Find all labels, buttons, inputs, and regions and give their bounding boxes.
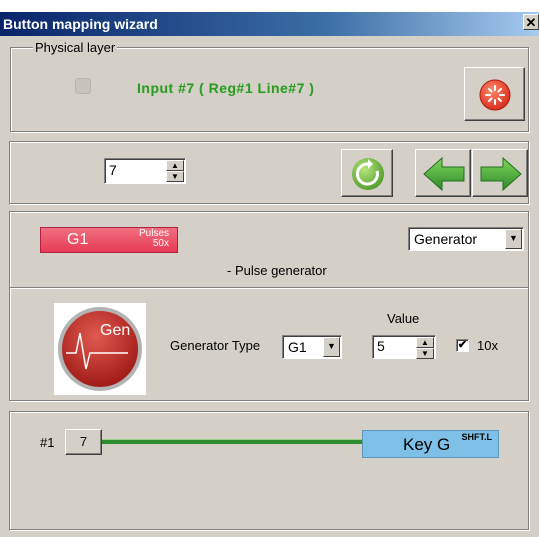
generator-badge-name: G1 bbox=[67, 231, 89, 248]
refresh-icon bbox=[352, 158, 384, 190]
mapping-index: #1 bbox=[40, 435, 55, 450]
chevron-down-icon[interactable]: ▼ bbox=[505, 229, 522, 249]
mapping-connection-line bbox=[102, 439, 362, 444]
generator-type-select[interactable]: G1 ▼ bbox=[282, 335, 342, 359]
window-title: Button mapping wizard bbox=[3, 16, 158, 32]
input-number-spinner[interactable]: 7 ▲ ▼ bbox=[104, 158, 186, 184]
value-up-button[interactable]: ▲ bbox=[416, 337, 434, 348]
back-button[interactable] bbox=[415, 149, 471, 197]
spinner-down-button[interactable]: ▼ bbox=[166, 171, 184, 182]
generator-icon-graphic bbox=[58, 307, 142, 391]
arrow-left-icon bbox=[423, 156, 465, 192]
arrow-right-icon bbox=[480, 156, 522, 192]
mapping-input-button[interactable]: 7 bbox=[65, 429, 102, 455]
input-led-indicator bbox=[75, 78, 91, 94]
spinner-up-button[interactable]: ▲ bbox=[166, 160, 184, 171]
forward-button[interactable] bbox=[472, 149, 528, 197]
input-label: Input #7 ( Reg#1 Line#7 ) bbox=[137, 80, 315, 96]
generator-type-label: Generator Type bbox=[170, 338, 261, 353]
record-icon bbox=[479, 79, 511, 111]
ten-x-label: 10x bbox=[477, 338, 498, 353]
generator-badge: G1 Pulses 50x bbox=[40, 227, 178, 253]
close-button[interactable]: ✕ bbox=[523, 14, 539, 30]
value-spinner[interactable]: 5 ▲ ▼ bbox=[372, 335, 436, 359]
function-divider bbox=[10, 287, 528, 289]
function-description: - Pulse generator bbox=[227, 263, 327, 278]
mapping-input-number: 7 bbox=[79, 434, 88, 449]
input-number-value: 7 bbox=[109, 162, 117, 178]
physical-layer-legend: Physical layer bbox=[33, 40, 118, 55]
generator-badge-count: 50x bbox=[152, 238, 169, 249]
record-button[interactable] bbox=[464, 67, 525, 121]
close-icon: ✕ bbox=[525, 15, 537, 30]
mapped-key-name: Key G bbox=[403, 435, 451, 454]
function-type-value: Generator bbox=[414, 231, 478, 247]
generator-badge-info: Pulses 50x bbox=[139, 229, 169, 249]
chevron-down-icon[interactable]: ▼ bbox=[323, 337, 340, 357]
generator-type-value: G1 bbox=[288, 339, 307, 355]
mapped-key[interactable]: Key G SHFT.L bbox=[362, 430, 499, 458]
generator-icon-label: Gen bbox=[100, 322, 131, 339]
title-bar[interactable]: Button mapping wizard ✕ bbox=[0, 12, 539, 36]
refresh-button[interactable] bbox=[341, 149, 393, 197]
mapped-key-modifier: SHFT.L bbox=[461, 432, 493, 442]
generator-icon: Gen bbox=[54, 303, 146, 395]
ten-x-checkbox[interactable]: ✔ bbox=[456, 339, 469, 352]
value-spinner-value: 5 bbox=[377, 338, 385, 354]
value-down-button[interactable]: ▼ bbox=[416, 348, 434, 359]
function-type-select[interactable]: Generator ▼ bbox=[408, 227, 524, 251]
value-label: Value bbox=[387, 311, 420, 326]
